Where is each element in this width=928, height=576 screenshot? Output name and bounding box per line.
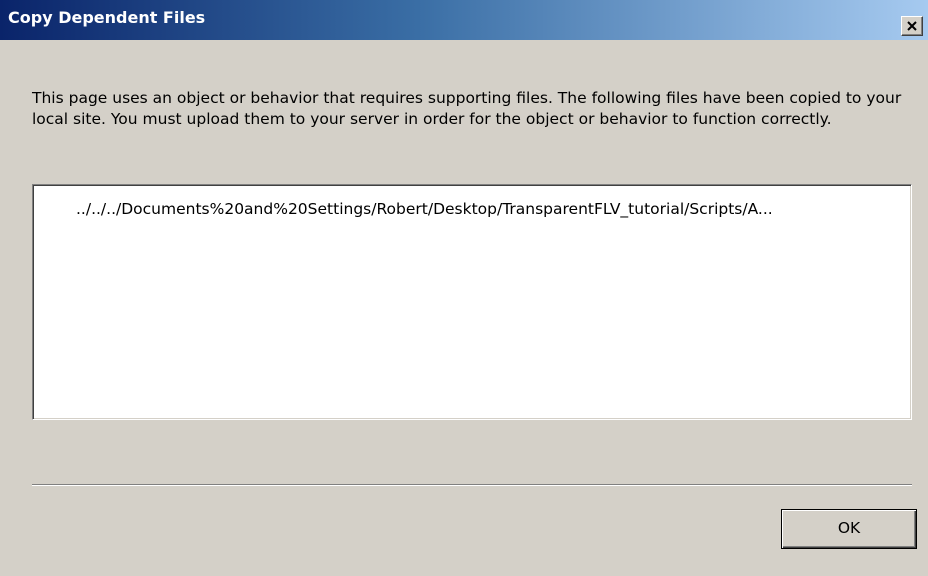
close-icon — [907, 21, 917, 31]
dialog-message: This page uses an object or behavior tha… — [32, 89, 902, 128]
title-bar: Copy Dependent Files — [0, 0, 928, 40]
dialog-title: Copy Dependent Files — [8, 8, 206, 27]
close-button[interactable] — [901, 16, 923, 36]
dialog-window: Copy Dependent Files This page uses an o… — [0, 0, 928, 576]
file-list[interactable]: ../../../Documents%20and%20Settings/Robe… — [32, 184, 912, 420]
ok-button[interactable]: OK — [781, 509, 917, 549]
list-item[interactable]: ../../../Documents%20and%20Settings/Robe… — [76, 199, 908, 219]
separator — [32, 484, 912, 486]
